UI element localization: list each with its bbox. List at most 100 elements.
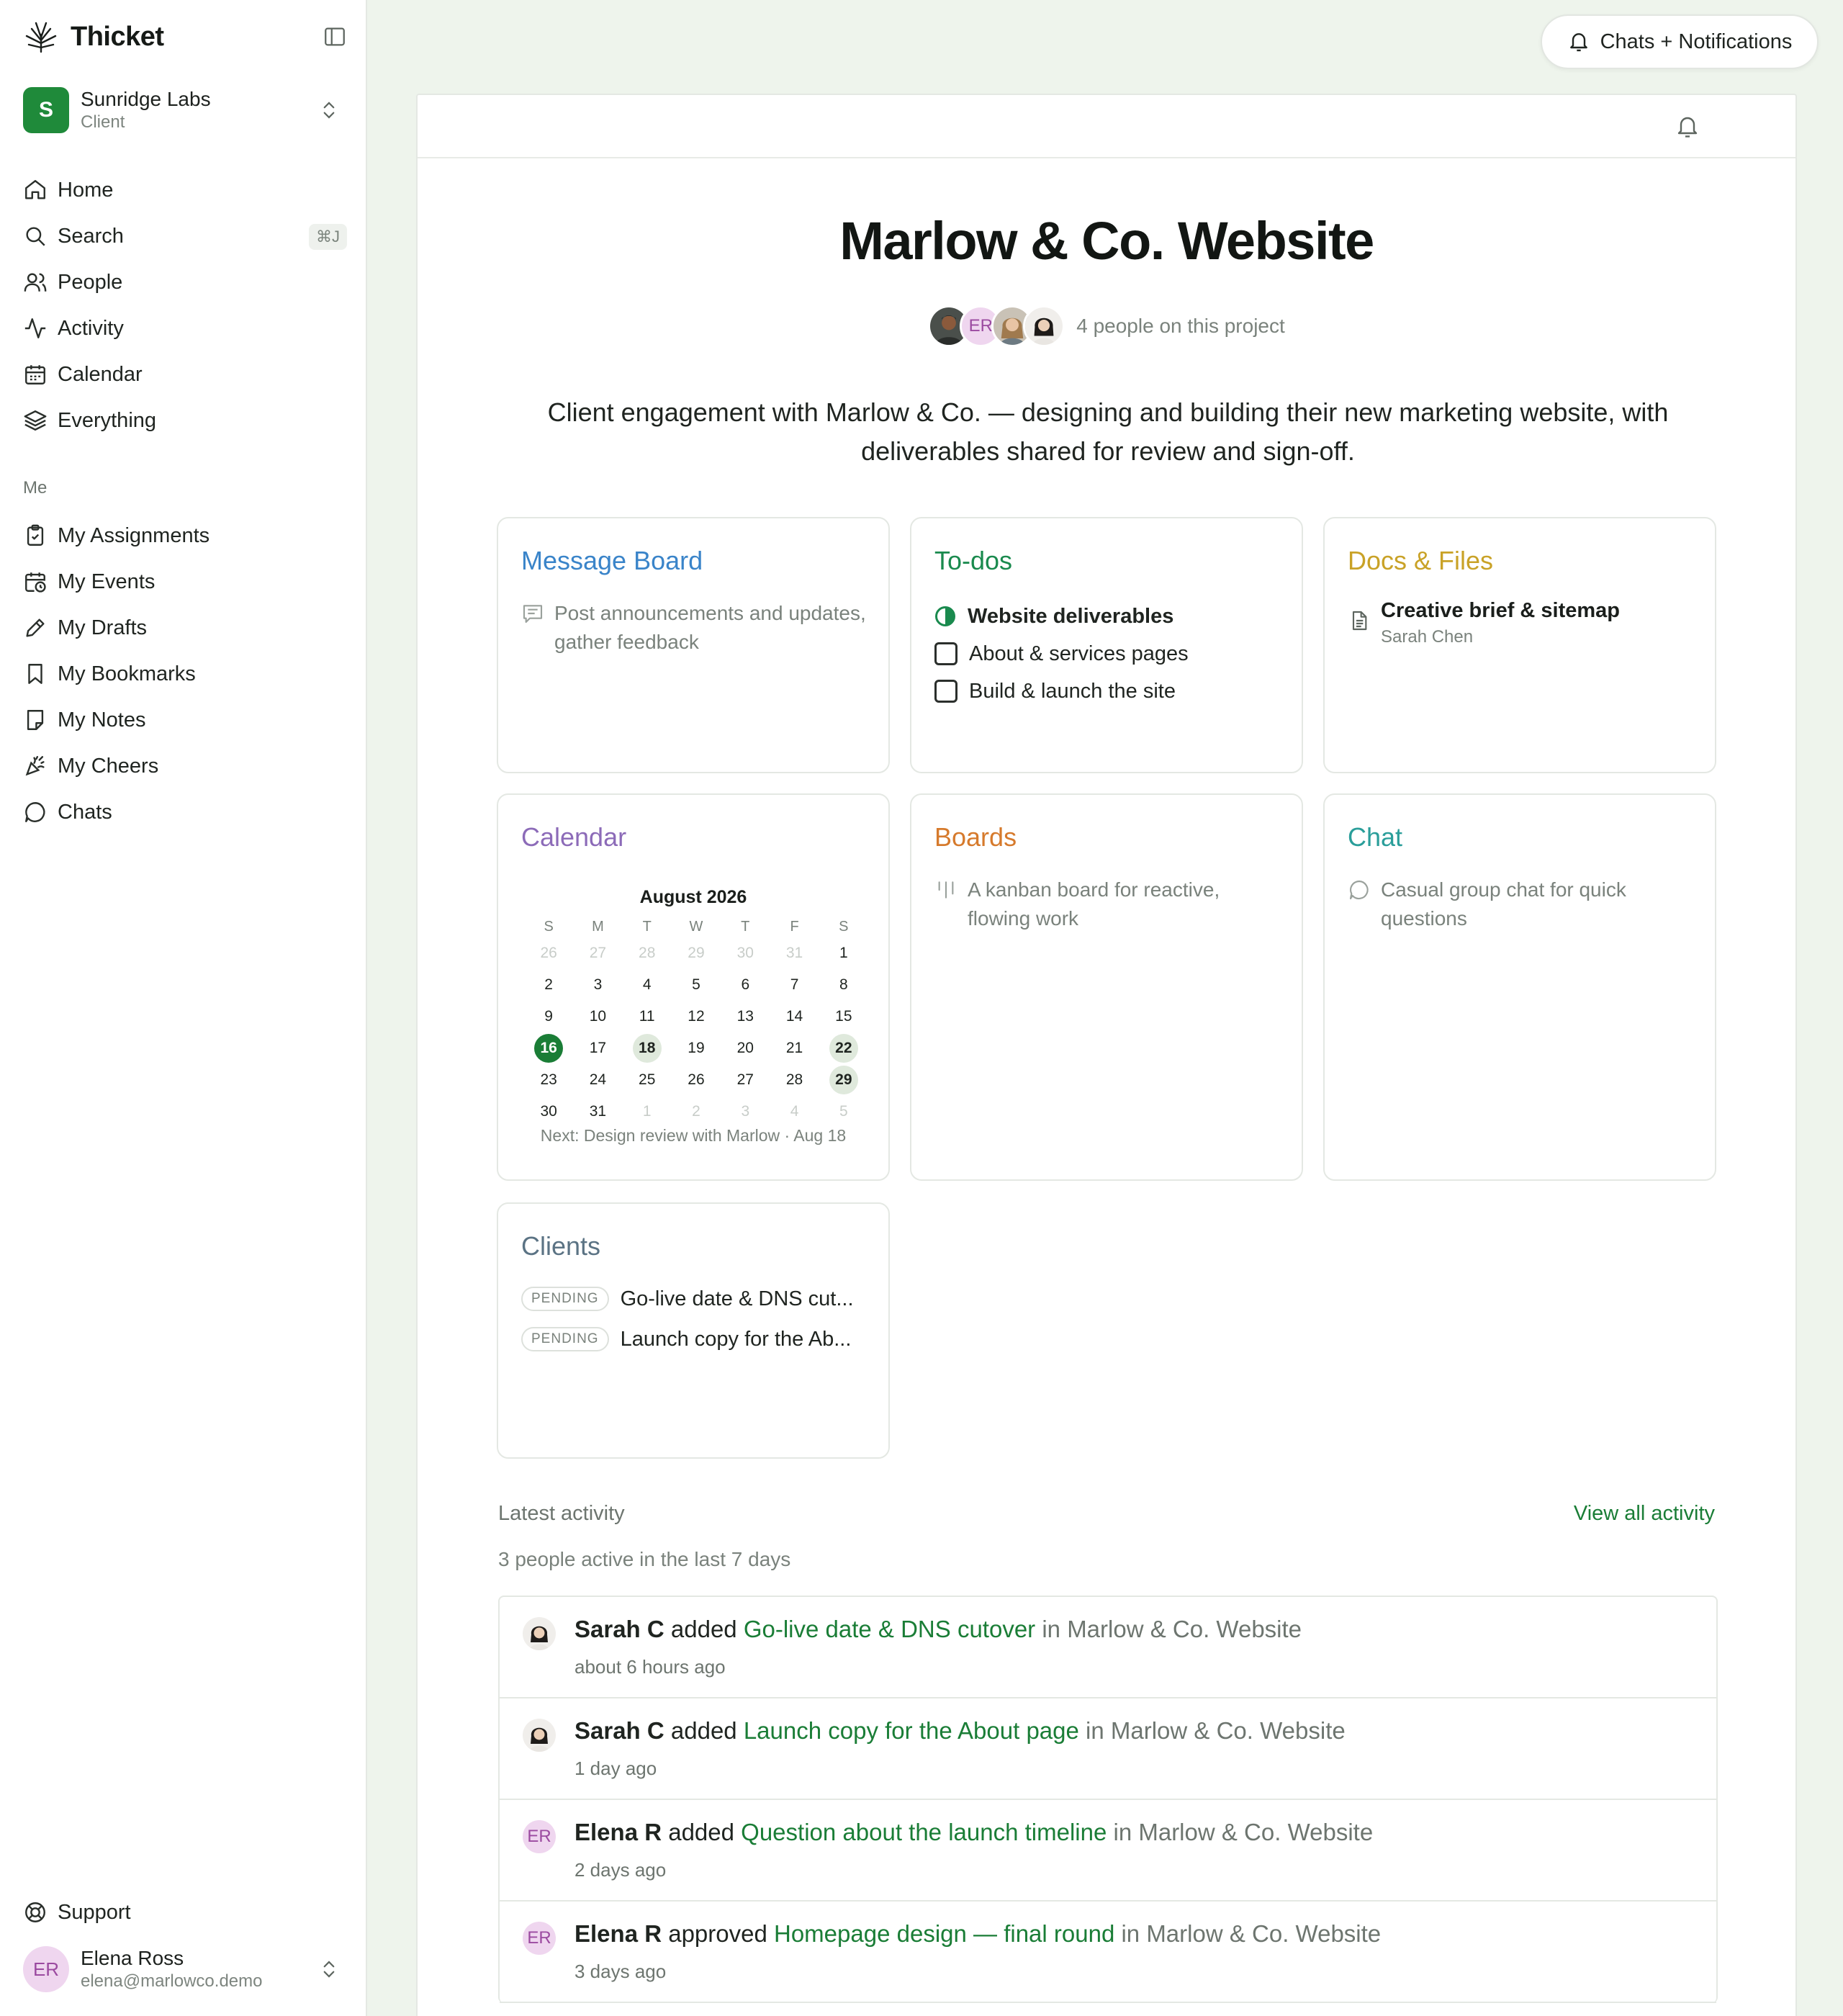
nav-item-my-notes[interactable]: My Notes <box>23 697 347 743</box>
sidebar-collapse-icon[interactable] <box>323 24 347 49</box>
calendar-day[interactable]: 21 <box>770 1032 819 1064</box>
people-count: 4 people on this project <box>1076 315 1285 337</box>
calendar-day[interactable]: 31 <box>770 937 819 969</box>
card-docs-files[interactable]: Docs & Files Creative brief & sitemap Sa… <box>1323 517 1716 773</box>
card-title: To-dos <box>934 546 1013 575</box>
activity-link[interactable]: Question about the launch timeline <box>741 1819 1107 1845</box>
bell-icon[interactable] <box>1675 114 1700 140</box>
client-item[interactable]: PENDING Go-live date & DNS cut... <box>521 1283 874 1315</box>
nav-item-search[interactable]: Search ⌘J <box>23 213 347 259</box>
todo-checkbox[interactable] <box>934 680 957 703</box>
calendar-day[interactable]: 7 <box>770 969 819 1001</box>
card-clients[interactable]: Clients PENDING Go-live date & DNS cut..… <box>497 1202 890 1459</box>
activity-link[interactable]: Homepage design — final round <box>774 1920 1114 1947</box>
calendar-day[interactable]: 13 <box>721 1001 770 1032</box>
calendar-day[interactable]: 1 <box>819 937 868 969</box>
calendar-day[interactable]: 5 <box>819 1096 868 1128</box>
calendar-day[interactable]: 23 <box>524 1064 573 1096</box>
calendar-day[interactable]: 3 <box>721 1096 770 1128</box>
project-people[interactable]: ER 4 people on this project <box>418 305 1795 347</box>
todo-item[interactable]: Build & launch the site <box>934 672 1287 710</box>
calendar-day[interactable]: 14 <box>770 1001 819 1032</box>
activity-link[interactable]: Launch copy for the About page <box>744 1717 1079 1744</box>
calendar-weekday: S <box>839 918 849 935</box>
calendar-day[interactable]: 3 <box>573 969 622 1001</box>
nav-item-my-drafts[interactable]: My Drafts <box>23 605 347 651</box>
bell-icon <box>1569 33 1587 52</box>
user-menu[interactable]: ER Elena Ross elena@marlowco.demo <box>23 1944 347 1994</box>
card-boards[interactable]: Boards A kanban board for reactive, flow… <box>910 793 1303 1181</box>
nav-item-calendar[interactable]: Calendar <box>23 351 347 397</box>
todo-checkbox[interactable] <box>934 642 957 665</box>
calendar-day[interactable]: 27 <box>721 1064 770 1096</box>
calendar-day[interactable]: 2 <box>524 969 573 1001</box>
todo-list-item[interactable]: Website deliverables <box>934 598 1287 635</box>
logo[interactable]: Thicket <box>23 19 347 55</box>
calendar-day[interactable]: 28 <box>623 937 672 969</box>
nav-item-people[interactable]: People <box>23 259 347 305</box>
calendar-day[interactable]: 28 <box>770 1064 819 1096</box>
list-item[interactable]: Sarah C added Go-live date & DNS cutover… <box>500 1597 1716 1698</box>
card-chat[interactable]: Chat Casual group chat for quick questio… <box>1323 793 1716 1181</box>
calendar-day[interactable]: 29 <box>819 1064 868 1096</box>
calendar-day[interactable]: 24 <box>573 1064 622 1096</box>
calendar-day[interactable]: 8 <box>819 969 868 1001</box>
list-item[interactable]: ER Elena R approved Homepage design — fi… <box>500 1902 1716 2003</box>
calendar-day[interactable]: 31 <box>573 1096 622 1128</box>
calendar-day[interactable]: 22 <box>819 1032 868 1064</box>
calendar-day[interactable]: 11 <box>623 1001 672 1032</box>
calendar-day[interactable]: 29 <box>672 937 721 969</box>
nav-item-my-cheers[interactable]: My Cheers <box>23 743 347 789</box>
calendar-day[interactable]: 25 <box>623 1064 672 1096</box>
calendar-day[interactable]: 17 <box>573 1032 622 1064</box>
card-calendar[interactable]: Calendar August 2026 S M T W T F S 26 27 28 29 30 31… <box>497 793 890 1181</box>
main-nav: Home Search ⌘J People Activity Calendar … <box>23 167 347 444</box>
calendar-weekday: T <box>642 918 652 935</box>
clipboard-check-icon <box>27 524 44 546</box>
workspace-switcher[interactable]: S Sunridge Labs Client <box>23 85 347 135</box>
chats-notifications-button[interactable]: Chats + Notifications <box>1541 14 1819 69</box>
calendar-day[interactable]: 19 <box>672 1032 721 1064</box>
nav-item-my-bookmarks[interactable]: My Bookmarks <box>23 651 347 697</box>
calendar-day[interactable]: 30 <box>721 937 770 969</box>
calendar-day[interactable]: 6 <box>721 969 770 1001</box>
calendar-day[interactable]: 30 <box>524 1096 573 1128</box>
nav-item-activity[interactable]: Activity <box>23 305 347 351</box>
calendar-day[interactable]: 26 <box>672 1064 721 1096</box>
support-link[interactable]: Support <box>23 1889 131 1935</box>
calendar-day[interactable]: 1 <box>623 1096 672 1128</box>
nav-item-chats[interactable]: Chats <box>23 789 347 835</box>
nav-item-my-events[interactable]: My Events <box>23 559 347 605</box>
card-todos[interactable]: To-dos Website deliverables About & serv… <box>910 517 1303 773</box>
todo-item[interactable]: About & services pages <box>934 635 1287 672</box>
calendar-day[interactable]: 20 <box>721 1032 770 1064</box>
card-message-board[interactable]: Message Board Post announcements and upd… <box>497 517 890 773</box>
calendar-day-today[interactable]: 16 <box>524 1032 573 1064</box>
nav-item-home[interactable]: Home <box>23 167 347 213</box>
chevron-up-down-icon <box>323 1961 335 1978</box>
activity-link[interactable]: Go-live date & DNS cutover <box>744 1616 1035 1642</box>
nav-item-my-assignments[interactable]: My Assignments <box>23 513 347 559</box>
calendar-day[interactable]: 18 <box>623 1032 672 1064</box>
doc-item[interactable]: Creative brief & sitemap Sarah Chen <box>1348 599 1620 647</box>
calendar-day[interactable]: 9 <box>524 1001 573 1032</box>
next-event[interactable]: Next: Design review with Marlow · Aug 18 <box>498 1126 888 1146</box>
calendar-day[interactable]: 27 <box>573 937 622 969</box>
me-section-label: Me <box>23 478 48 498</box>
list-item[interactable]: ER Elena R added Question about the laun… <box>500 1800 1716 1902</box>
view-all-activity-link[interactable]: View all activity <box>1574 1502 1715 1526</box>
calendar-day[interactable]: 15 <box>819 1001 868 1032</box>
calendar-day[interactable]: 2 <box>672 1096 721 1128</box>
client-item[interactable]: PENDING Launch copy for the Ab... <box>521 1323 874 1355</box>
calendar-day[interactable]: 4 <box>623 969 672 1001</box>
timestamp: 3 days ago <box>574 1961 667 1982</box>
calendar-day[interactable]: 26 <box>524 937 573 969</box>
nav-item-everything[interactable]: Everything <box>23 397 347 444</box>
doc-author: Sarah Chen <box>1381 627 1474 647</box>
calendar-day[interactable]: 4 <box>770 1096 819 1128</box>
calendar-day[interactable]: 5 <box>672 969 721 1001</box>
calendar-day[interactable]: 10 <box>573 1001 622 1032</box>
calendar-day[interactable]: 12 <box>672 1001 721 1032</box>
list-item[interactable]: Sarah C added Launch copy for the About … <box>500 1698 1716 1800</box>
workspace-role: Client <box>81 112 125 132</box>
